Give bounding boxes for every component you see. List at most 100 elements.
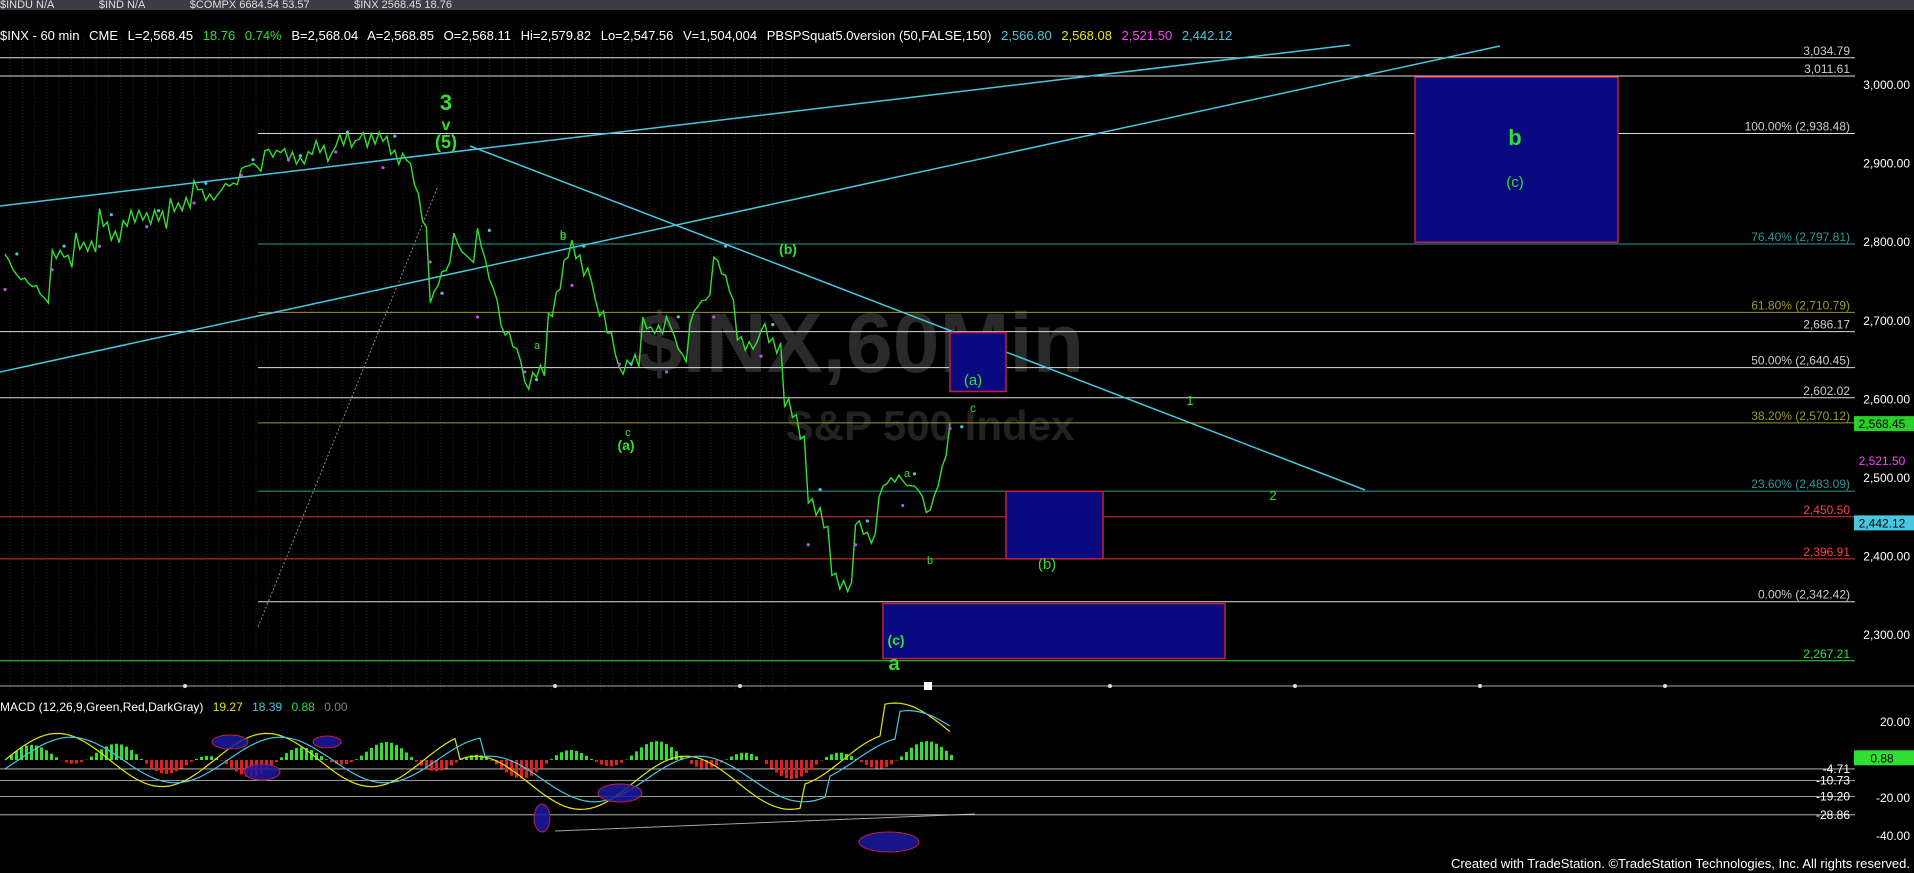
macd-hist-bar bbox=[885, 760, 888, 768]
macd-hist-bar bbox=[905, 751, 908, 760]
macd-hist-bar bbox=[865, 760, 868, 766]
macd-hist-bar bbox=[445, 760, 448, 769]
macd-hist-bar bbox=[535, 760, 538, 773]
macd-hist-bar bbox=[870, 760, 873, 768]
y-tick-label: 2,300.00 bbox=[1863, 628, 1910, 642]
macd-hist-bar bbox=[380, 742, 383, 760]
time-marker-current bbox=[924, 682, 932, 690]
swing-dot bbox=[97, 244, 102, 248]
swing-dot bbox=[676, 315, 680, 319]
level-label: 100.00% (2,938.48) bbox=[1745, 119, 1850, 133]
y-tick-label: 2,600.00 bbox=[1863, 392, 1910, 406]
swing-dot bbox=[534, 378, 539, 382]
target-box bbox=[1414, 76, 1619, 243]
trendline-macd bbox=[554, 813, 976, 832]
swing-dot bbox=[251, 158, 255, 162]
swing-dot bbox=[440, 291, 444, 295]
macd-hist-bar bbox=[95, 752, 98, 760]
swing-dot bbox=[62, 244, 66, 248]
level-label: 3,011.61 bbox=[1804, 62, 1850, 76]
macd-hist-bar bbox=[510, 760, 513, 776]
swing-dot bbox=[723, 244, 728, 248]
macd-hist-bar bbox=[810, 760, 813, 770]
macd-hist-bar bbox=[840, 752, 843, 760]
macd-hist-bar bbox=[610, 760, 613, 767]
macd-hist-bar bbox=[835, 752, 838, 760]
swing-dot bbox=[286, 158, 291, 162]
swing-dot bbox=[806, 543, 810, 547]
level-label: 38.20% (2,570.12) bbox=[1751, 409, 1850, 423]
macd-hist-bar bbox=[405, 752, 408, 760]
level-label: 2,602.02 bbox=[1803, 384, 1850, 398]
swing-dot bbox=[629, 362, 633, 366]
level-label: 2,450.50 bbox=[1803, 503, 1850, 517]
macd-axis-label: -40.00 bbox=[1876, 829, 1910, 843]
macd-hist-bar bbox=[295, 747, 298, 760]
swing-dot bbox=[759, 354, 763, 358]
macd-hist-bar bbox=[70, 760, 73, 764]
swing-dot bbox=[664, 370, 669, 374]
macd-hist-bar bbox=[830, 754, 833, 760]
swing-dot bbox=[523, 370, 527, 374]
macd-value-2: 18.39 bbox=[252, 700, 283, 714]
wave-label: a bbox=[534, 340, 541, 352]
macd-axis-label: -20.00 bbox=[1876, 791, 1910, 805]
y-tick-label: 2,900.00 bbox=[1863, 157, 1910, 171]
macd-hist-bar bbox=[145, 760, 148, 764]
macd-hist-bar bbox=[590, 758, 593, 760]
macd-hist-bar bbox=[820, 760, 823, 761]
macd-hist-bar bbox=[765, 760, 768, 765]
swing-dot bbox=[393, 134, 397, 138]
macd-hist-bar bbox=[570, 750, 573, 760]
swing-dot bbox=[818, 488, 822, 492]
macd-hist-bar bbox=[90, 756, 93, 760]
macd-hist-bar bbox=[450, 760, 453, 766]
swing-dot bbox=[960, 425, 964, 429]
macd-badge-text: 0.88 bbox=[1870, 751, 1894, 765]
wave-label: b bbox=[927, 555, 933, 567]
macd-hist-bar bbox=[910, 747, 913, 760]
y-tick-label: 2,700.00 bbox=[1863, 314, 1910, 328]
swing-dot bbox=[298, 154, 302, 158]
swing-dot bbox=[156, 209, 161, 213]
time-marker bbox=[738, 684, 742, 688]
macd-hist-bar bbox=[850, 756, 853, 760]
macd-hist-bar bbox=[600, 760, 603, 765]
wave-label: 3 bbox=[440, 90, 452, 115]
swing-dot bbox=[901, 503, 905, 508]
swing-dot bbox=[912, 472, 917, 476]
wave-label: (a) bbox=[617, 437, 634, 453]
macd-hist-bar bbox=[800, 760, 803, 777]
macd-hist-bar bbox=[540, 760, 543, 769]
macd-hist-bar bbox=[285, 753, 288, 760]
level-label: 3,034.79 bbox=[1803, 44, 1850, 58]
macd-hist-bar bbox=[360, 755, 363, 760]
macd-label: MACD (12,26,9,Green,Red,DarkGray) bbox=[0, 700, 204, 714]
macd-hist-bar bbox=[395, 744, 398, 760]
macd-highlight bbox=[243, 763, 281, 781]
macd-hist-bar bbox=[150, 760, 153, 768]
macd-hist-bar bbox=[665, 743, 668, 760]
swing-dot bbox=[475, 315, 480, 319]
macd-hist-bar bbox=[50, 753, 53, 760]
level-label: 0.00% (2,342.42) bbox=[1758, 588, 1850, 602]
macd-hist-bar bbox=[180, 760, 183, 769]
macd-hist-bar bbox=[345, 760, 348, 765]
macd-hist-bar bbox=[645, 744, 648, 760]
macd-hist-bar bbox=[45, 750, 48, 760]
price-chart[interactable]: $INX,60Min S&P 500 Index 3,034.79 3,011.6… bbox=[0, 0, 1914, 873]
macd-header: MACD (12,26,9,Green,Red,DarkGray) 19.27 … bbox=[0, 700, 354, 714]
macd-hist-bar bbox=[640, 747, 643, 760]
swing-dot bbox=[771, 323, 775, 327]
macd-hist-bar bbox=[790, 760, 793, 779]
macd-hist-bar bbox=[690, 760, 693, 764]
macd-hist-bar bbox=[290, 749, 293, 760]
macd-hist-bar bbox=[230, 760, 233, 768]
swing-dot bbox=[145, 225, 149, 229]
macd-hist-bar bbox=[650, 741, 653, 760]
watermark-subtitle: S&P 500 Index bbox=[786, 402, 1075, 449]
macd-hist-bar bbox=[675, 751, 678, 760]
trendline-upper-channel bbox=[0, 44, 1351, 207]
box-label: b bbox=[1508, 125, 1521, 150]
macd-hist-bar bbox=[440, 760, 443, 771]
